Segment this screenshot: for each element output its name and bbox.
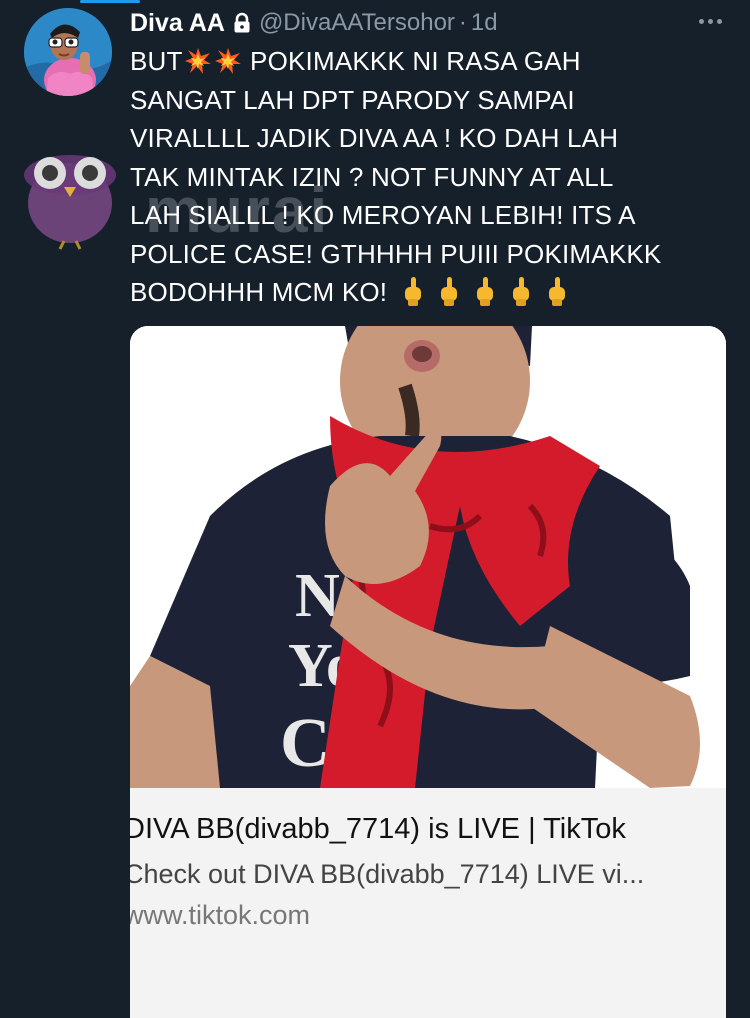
tweet-text-span: BODOHHH MCM KO! [130,277,388,307]
collision-emoji [214,46,241,74]
tweet-text-prefix: BUT [130,46,183,76]
tweet-text-line-5: LAH SIALLL ! KO MEROYAN LEBIH! ITS A [130,200,636,230]
tweet-text-line-3: VIRALLLL JADIK DIVA AA ! KO DAH LAH [130,123,619,153]
tweet[interactable]: Diva AA @DivaAATersohor · 1d murai BUT P… [0,0,750,1018]
tweet-header: Diva AA @DivaAATersohor · 1d [130,6,498,40]
link-title[interactable]: DIVA BB(divabb_7714) is LIVE | TikTok [130,810,684,849]
link-preview-card[interactable]: Ne Yo Ci DIVA BB(divabb_7714) is LIVE | … [130,326,726,1018]
middle-finger-emoji [510,277,532,307]
header-separator: · [458,9,467,36]
link-preview-meta[interactable]: DIVA BB(divabb_7714) is LIVE | TikTok Ch… [130,788,726,1018]
tweet-text-span: POKIMAKKK NI RASA GAH [250,46,581,76]
tweet-text-line-2: SANGAT LAH DPT PARODY SAMPAI [130,84,575,115]
tweet-text-line-1: BUT POKIMAKKK NI RASA GAH [130,42,730,81]
top-edge [0,0,750,4]
tweet-text-line-7: BODOHHH MCM KO! [130,273,730,312]
more-options-icon[interactable] [690,8,730,34]
lock-icon [233,12,251,34]
middle-finger-emoji [402,277,424,307]
tweet-text-line-6: POLICE CASE! GTHHHH PUIII POKIMAKKK [130,238,662,269]
link-domain: www.tiktok.com [130,900,311,930]
owl-watermark-icon [24,155,116,250]
timestamp[interactable]: 1d [471,9,498,37]
avatar[interactable] [24,8,112,96]
active-indicator [80,0,140,3]
middle-finger-emoji [438,277,460,307]
middle-finger-emoji [474,277,496,307]
author-handle[interactable]: @DivaAATersohor [259,9,455,37]
middle-finger-emoji [546,277,568,307]
tweet-text: BUT POKIMAKKK NI RASA GAH SANGAT LAH DPT… [130,42,730,312]
collision-emoji [184,46,211,74]
tweet-text-line-4: TAK MINTAK IZIN ? NOT FUNNY AT ALL [130,161,614,192]
author-name[interactable]: Diva AA [130,9,225,38]
link-preview-image[interactable]: Ne Yo Ci [130,326,726,788]
link-description: Check out DIVA BB(divabb_7714) LIVE vi..… [130,859,645,889]
